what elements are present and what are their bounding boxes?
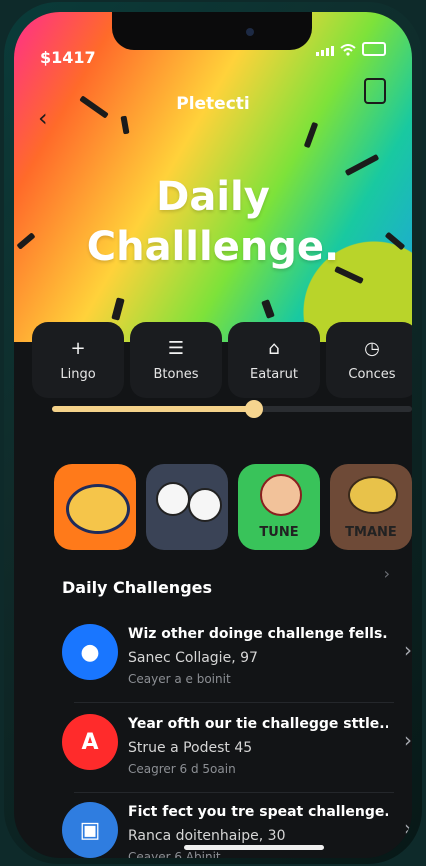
challenge-tile[interactable]: TUNE xyxy=(238,464,320,550)
bird-icon xyxy=(188,488,222,522)
page-title: Pletecti xyxy=(176,94,250,114)
tab-label: Btones xyxy=(153,367,199,382)
slider-knob[interactable] xyxy=(244,400,263,418)
chevron-right-icon: › xyxy=(404,728,412,752)
plus-icon: + xyxy=(70,338,86,359)
character-face-icon xyxy=(66,484,130,534)
character-face-icon xyxy=(260,474,302,516)
share-icon[interactable] xyxy=(364,78,386,104)
confetti xyxy=(120,115,130,135)
tab-eatarut[interactable]: ⌂ Eatarut xyxy=(228,322,320,398)
list-item-subtitle: Ranca doitenhaipe, 30 xyxy=(128,828,286,844)
clock-icon: ◷ xyxy=(364,338,380,359)
list-item-title: Year ofth our tie challegge sttle... xyxy=(128,716,388,732)
list-item-title: Fict fect you tre speat challenge... xyxy=(128,804,388,820)
home-icon: ⌂ xyxy=(268,338,280,359)
signal-icon xyxy=(316,46,334,56)
document-icon: ☰ xyxy=(167,338,185,359)
chevron-right-icon: › xyxy=(404,638,412,662)
chevron-right-icon: › xyxy=(404,816,412,840)
list-item[interactable]: A Year ofth our tie challegge sttle... S… xyxy=(62,710,412,782)
tab-lingo[interactable]: + Lingo xyxy=(32,322,124,398)
tile-label: TUNE xyxy=(259,525,299,540)
battery-icon xyxy=(362,42,386,56)
home-indicator[interactable] xyxy=(184,845,324,850)
list-item-meta: Ceagrer 6 d 5oain xyxy=(128,762,236,776)
hero-headline-line1: Daily xyxy=(156,174,270,220)
confetti xyxy=(261,299,275,319)
slider-fill xyxy=(52,406,254,412)
challenge-tile[interactable] xyxy=(54,464,136,550)
hero-headline: Daily Challlenge. xyxy=(14,172,412,272)
app-screen: $1417 ‹ Pletecti Daily Challlenge. + Lin… xyxy=(14,12,412,858)
hero-banner: $1417 ‹ Pletecti Daily Challlenge. xyxy=(14,12,412,342)
challenge-tile[interactable] xyxy=(146,464,228,550)
status-time: $1417 xyxy=(40,48,96,67)
challenge-tiles: TUNE TMANE xyxy=(54,464,412,550)
list-item-subtitle: Sanec Collagie, 97 xyxy=(128,650,258,666)
chevron-right-icon[interactable]: › xyxy=(384,564,390,583)
leaf-icon xyxy=(348,476,398,514)
list-item[interactable]: ● Wiz other doinge challenge fells.. San… xyxy=(62,620,412,692)
progress-slider[interactable] xyxy=(52,400,412,418)
tab-bar: + Lingo ☰ Btones ⌂ Eatarut ◷ Conces xyxy=(32,322,412,398)
tab-label: Conces xyxy=(348,367,396,382)
challenge-tile[interactable]: TMANE xyxy=(330,464,412,550)
avatar: ● xyxy=(62,624,118,680)
tab-label: Eatarut xyxy=(250,367,298,382)
avatar: ▣ xyxy=(62,802,118,858)
status-icons xyxy=(316,42,386,56)
tile-label: TMANE xyxy=(345,525,397,540)
confetti xyxy=(111,297,125,321)
notch xyxy=(112,12,312,50)
phone-frame: $1417 ‹ Pletecti Daily Challlenge. + Lin… xyxy=(4,2,422,864)
confetti xyxy=(303,121,319,149)
tab-conces[interactable]: ◷ Conces xyxy=(326,322,412,398)
tab-btones[interactable]: ☰ Btones xyxy=(130,322,222,398)
bird-icon xyxy=(156,482,190,516)
section-title: Daily Challenges xyxy=(62,578,213,597)
wifi-icon xyxy=(340,44,356,56)
list-item-subtitle: Strue a Podest 45 xyxy=(128,740,253,756)
list-item-title: Wiz other doinge challenge fells.. xyxy=(128,626,388,642)
avatar: A xyxy=(62,714,118,770)
divider xyxy=(74,702,394,703)
camera xyxy=(246,28,254,36)
hero-headline-line2: Challlenge. xyxy=(86,224,340,270)
divider xyxy=(74,792,394,793)
list-item-meta: Ceayer 6 Abinit xyxy=(128,850,221,858)
list-item-meta: Ceayer a e boinit xyxy=(128,672,231,686)
tab-label: Lingo xyxy=(60,367,96,382)
